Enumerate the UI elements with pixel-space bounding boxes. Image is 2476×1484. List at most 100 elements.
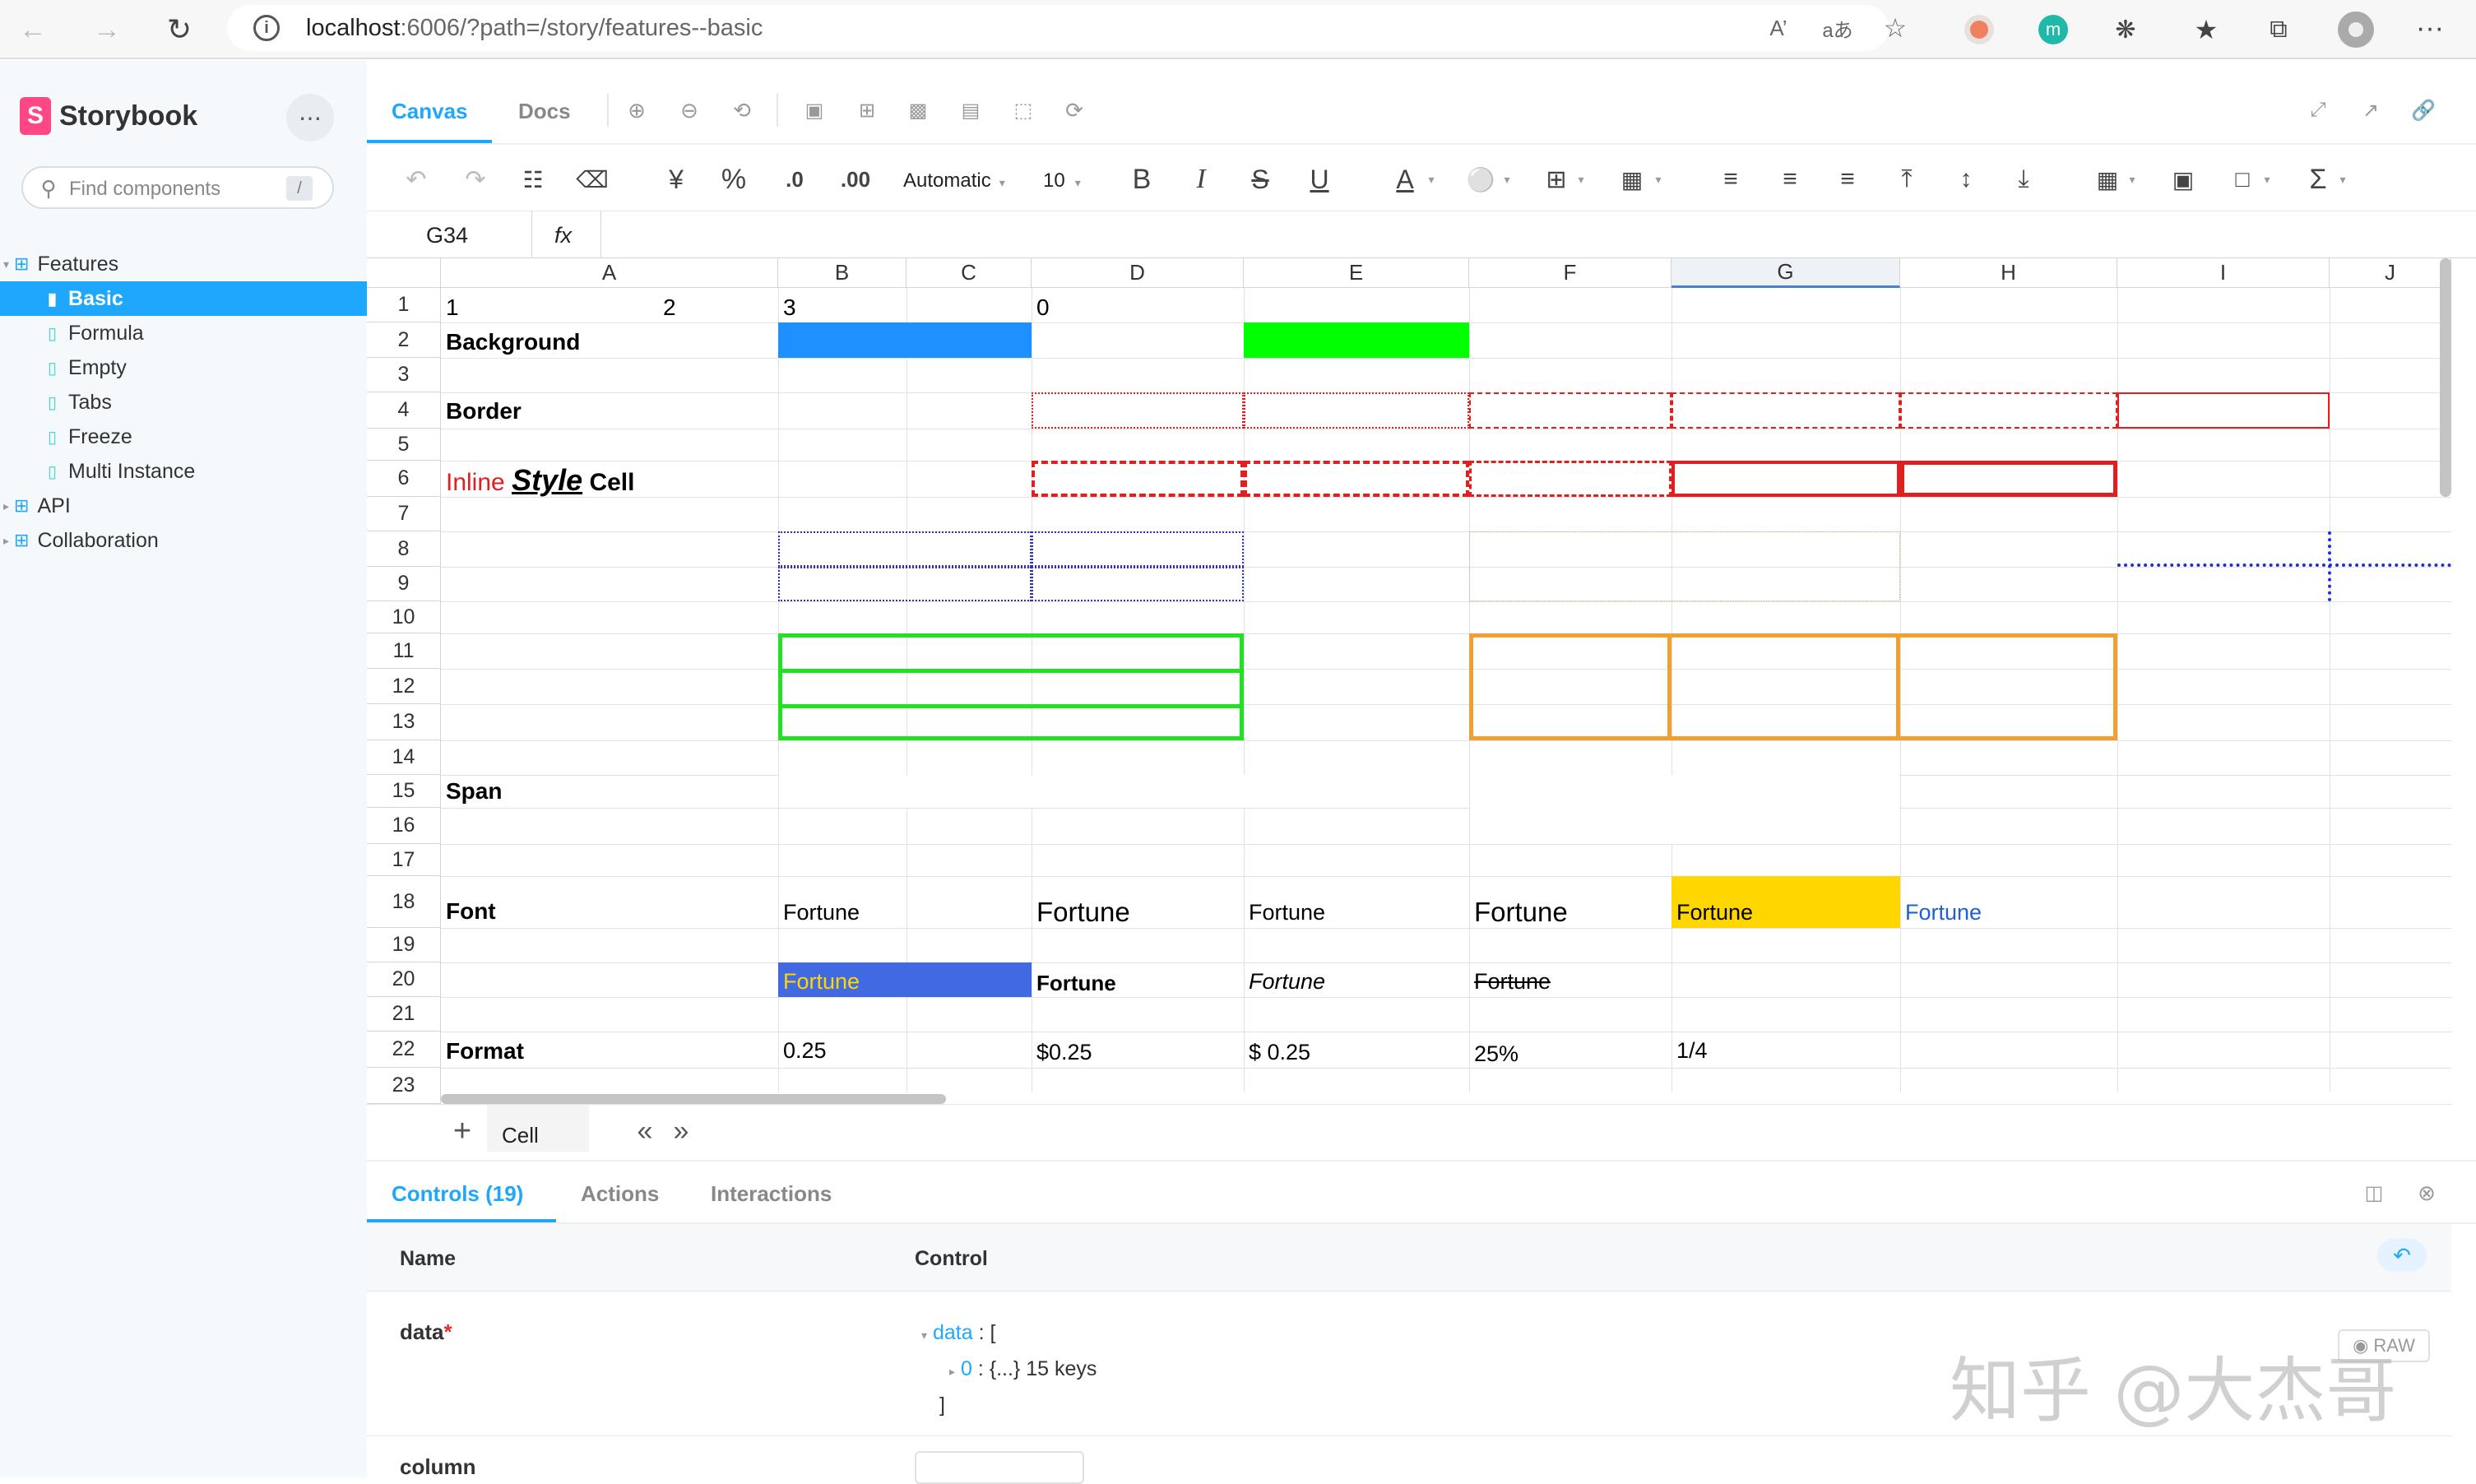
sheet-tab-cell[interactable]: Cell — [487, 1105, 589, 1154]
object-control[interactable]: ▾ data : [ — [921, 1321, 995, 1345]
viewport-icon[interactable]: ▩ — [903, 95, 933, 125]
column-header-j[interactable]: J — [2330, 258, 2451, 288]
row-header-8[interactable]: 8 — [367, 531, 441, 567]
extension-m-icon[interactable]: m — [2038, 15, 2068, 44]
chevron-down-icon[interactable]: ▾ — [2124, 171, 2140, 188]
chevron-down-icon[interactable]: ▾ — [1423, 171, 1440, 188]
close-panel-icon[interactable]: ⊗ — [2413, 1180, 2440, 1206]
border-icon[interactable]: ⊞ — [1542, 165, 1571, 194]
tab-docs[interactable]: Docs — [518, 99, 571, 124]
copy-link-icon[interactable]: 🔗 — [2409, 95, 2438, 125]
tree-item-basic[interactable]: ▮ Basic — [0, 281, 367, 316]
back-icon[interactable]: ← — [15, 12, 51, 48]
spreadsheet-grid[interactable]: ABCDEFGHIJ 1 2 3 4 5 6 7 8 9 10 11 12 13 14 15 16 17 18 19… — [367, 258, 2451, 1104]
increase-decimal-button[interactable]: .00 — [836, 165, 875, 194]
align-center-icon[interactable]: ≡ — [1775, 165, 1805, 194]
refresh-icon[interactable]: ↻ — [161, 12, 197, 48]
row-header-23[interactable]: 23 — [367, 1068, 441, 1104]
number-format-select[interactable]: Automatic ▾ — [903, 169, 1005, 192]
add-sheet-button[interactable]: + — [446, 1114, 479, 1148]
formula-input[interactable] — [602, 211, 2469, 259]
horizontal-scroll-thumb[interactable] — [441, 1094, 946, 1104]
chevron-down-icon[interactable]: ▾ — [2259, 171, 2275, 188]
column-header-i[interactable]: I — [2117, 258, 2330, 288]
zoom-out-icon[interactable]: ⊖ — [675, 95, 704, 125]
align-right-icon[interactable]: ≡ — [1833, 165, 1862, 194]
chevron-down-icon[interactable]: ▾ — [1650, 171, 1667, 188]
column-header-f[interactable]: F — [1469, 258, 1672, 288]
row-header-9[interactable]: 9 — [367, 567, 441, 601]
measure-icon[interactable]: ▤ — [956, 95, 985, 125]
strikethrough-button[interactable]: S — [1245, 165, 1275, 194]
currency-format-button[interactable]: ¥ — [661, 165, 691, 194]
tree-group-collaboration[interactable]: ▸ ⊞ Collaboration — [0, 523, 367, 558]
fill-color-icon[interactable]: ⚪ — [1466, 165, 1495, 194]
zoom-in-icon[interactable]: ⊕ — [622, 95, 651, 125]
tab-actions[interactable]: Actions — [581, 1181, 659, 1207]
row-header-12[interactable]: 12 — [367, 669, 441, 704]
row-header-3[interactable]: 3 — [367, 358, 441, 392]
tab-controls[interactable]: Controls (19) — [392, 1181, 523, 1207]
row-header-11[interactable]: 11 — [367, 633, 441, 669]
scroll-tabs-left-button[interactable]: « — [632, 1115, 658, 1147]
fullscreen-icon[interactable]: ⤢ — [2303, 95, 2333, 125]
json-item[interactable]: ▸ 0 : {...} 15 keys — [949, 1357, 1097, 1381]
row-header-22[interactable]: 22 — [367, 1032, 441, 1068]
row-header-15[interactable]: 15 — [367, 775, 441, 808]
address-bar[interactable]: i localhost:6006/?path=/story/features--… — [227, 5, 1907, 51]
row-header-20[interactable]: 20 — [367, 962, 441, 997]
row-header-19[interactable]: 19 — [367, 928, 441, 962]
insert-image-icon[interactable]: ▣ — [2168, 165, 2198, 194]
tree-group-features[interactable]: ▾ ⊞ Features — [0, 247, 367, 281]
outline-icon[interactable]: ⬚ — [1008, 95, 1038, 125]
collections-icon[interactable]: ⧉ — [2262, 13, 2295, 46]
tree-item-formula[interactable]: ▯ Formula — [0, 316, 367, 350]
row-header-14[interactable]: 14 — [367, 740, 441, 775]
favorite-add-icon[interactable]: ☆ — [1880, 13, 1910, 43]
italic-button[interactable]: I — [1186, 164, 1216, 194]
column-header-g[interactable]: G — [1672, 258, 1900, 288]
forward-icon[interactable]: → — [89, 12, 125, 48]
merge-cells-icon[interactable]: ▦ — [1617, 165, 1647, 194]
more-menu-icon[interactable]: ··· — [2412, 10, 2448, 46]
zoom-reset-icon[interactable]: ⟲ — [727, 95, 757, 125]
read-aloud-icon[interactable]: A’ — [1764, 13, 1793, 43]
chevron-down-icon[interactable]: ▾ — [1499, 171, 1515, 188]
redo-icon[interactable]: ↷ — [461, 165, 490, 194]
align-left-icon[interactable]: ≡ — [1716, 165, 1746, 194]
valign-bottom-icon[interactable]: ⤓ — [2009, 165, 2038, 194]
tree-item-freeze[interactable]: ▯ Freeze — [0, 420, 367, 454]
bold-button[interactable]: B — [1127, 164, 1157, 195]
profile-avatar-icon[interactable] — [2338, 12, 2374, 48]
search-input[interactable]: Find components — [69, 178, 220, 201]
tab-canvas[interactable]: Canvas — [392, 99, 468, 124]
reset-controls-icon[interactable]: ↶ — [2377, 1239, 2427, 1272]
row-header-5[interactable]: 5 — [367, 429, 441, 461]
chevron-down-icon[interactable]: ▾ — [921, 1329, 927, 1342]
underline-button[interactable]: U — [1305, 165, 1334, 194]
row-header-13[interactable]: 13 — [367, 704, 441, 740]
column-header-c[interactable]: C — [906, 258, 1032, 288]
translate-icon[interactable]: aあ — [1821, 13, 1854, 43]
decrease-decimal-button[interactable]: .0 — [778, 165, 811, 194]
valign-top-icon[interactable]: ⤒ — [1892, 165, 1922, 194]
tree-item-multi-instance[interactable]: ▯ Multi Instance — [0, 454, 367, 489]
valign-middle-icon[interactable]: ↕ — [1951, 165, 1981, 194]
font-size-select[interactable]: 10 ▾ — [1043, 169, 1081, 192]
paint-format-icon[interactable]: ☷ — [518, 165, 548, 194]
column-header-a[interactable]: A — [441, 258, 778, 288]
tab-interactions[interactable]: Interactions — [711, 1181, 832, 1207]
background-icon[interactable]: ▣ — [800, 95, 829, 125]
scroll-tabs-right-button[interactable]: » — [668, 1115, 694, 1147]
percent-format-button[interactable]: % — [719, 164, 749, 195]
column-header-h[interactable]: H — [1900, 258, 2117, 288]
row-header-4[interactable]: 4 — [367, 392, 441, 429]
row-header-18[interactable]: 18 — [367, 876, 441, 928]
chevron-down-icon[interactable]: ▾ — [2335, 171, 2351, 188]
tree-group-api[interactable]: ▸ ⊞ API — [0, 489, 367, 523]
row-header-16[interactable]: 16 — [367, 808, 441, 844]
row-header-6[interactable]: 6 — [367, 461, 441, 497]
column-header-d[interactable]: D — [1032, 258, 1244, 288]
undo-icon[interactable]: ↶ — [401, 165, 431, 194]
sum-button[interactable]: Σ — [2303, 164, 2333, 195]
